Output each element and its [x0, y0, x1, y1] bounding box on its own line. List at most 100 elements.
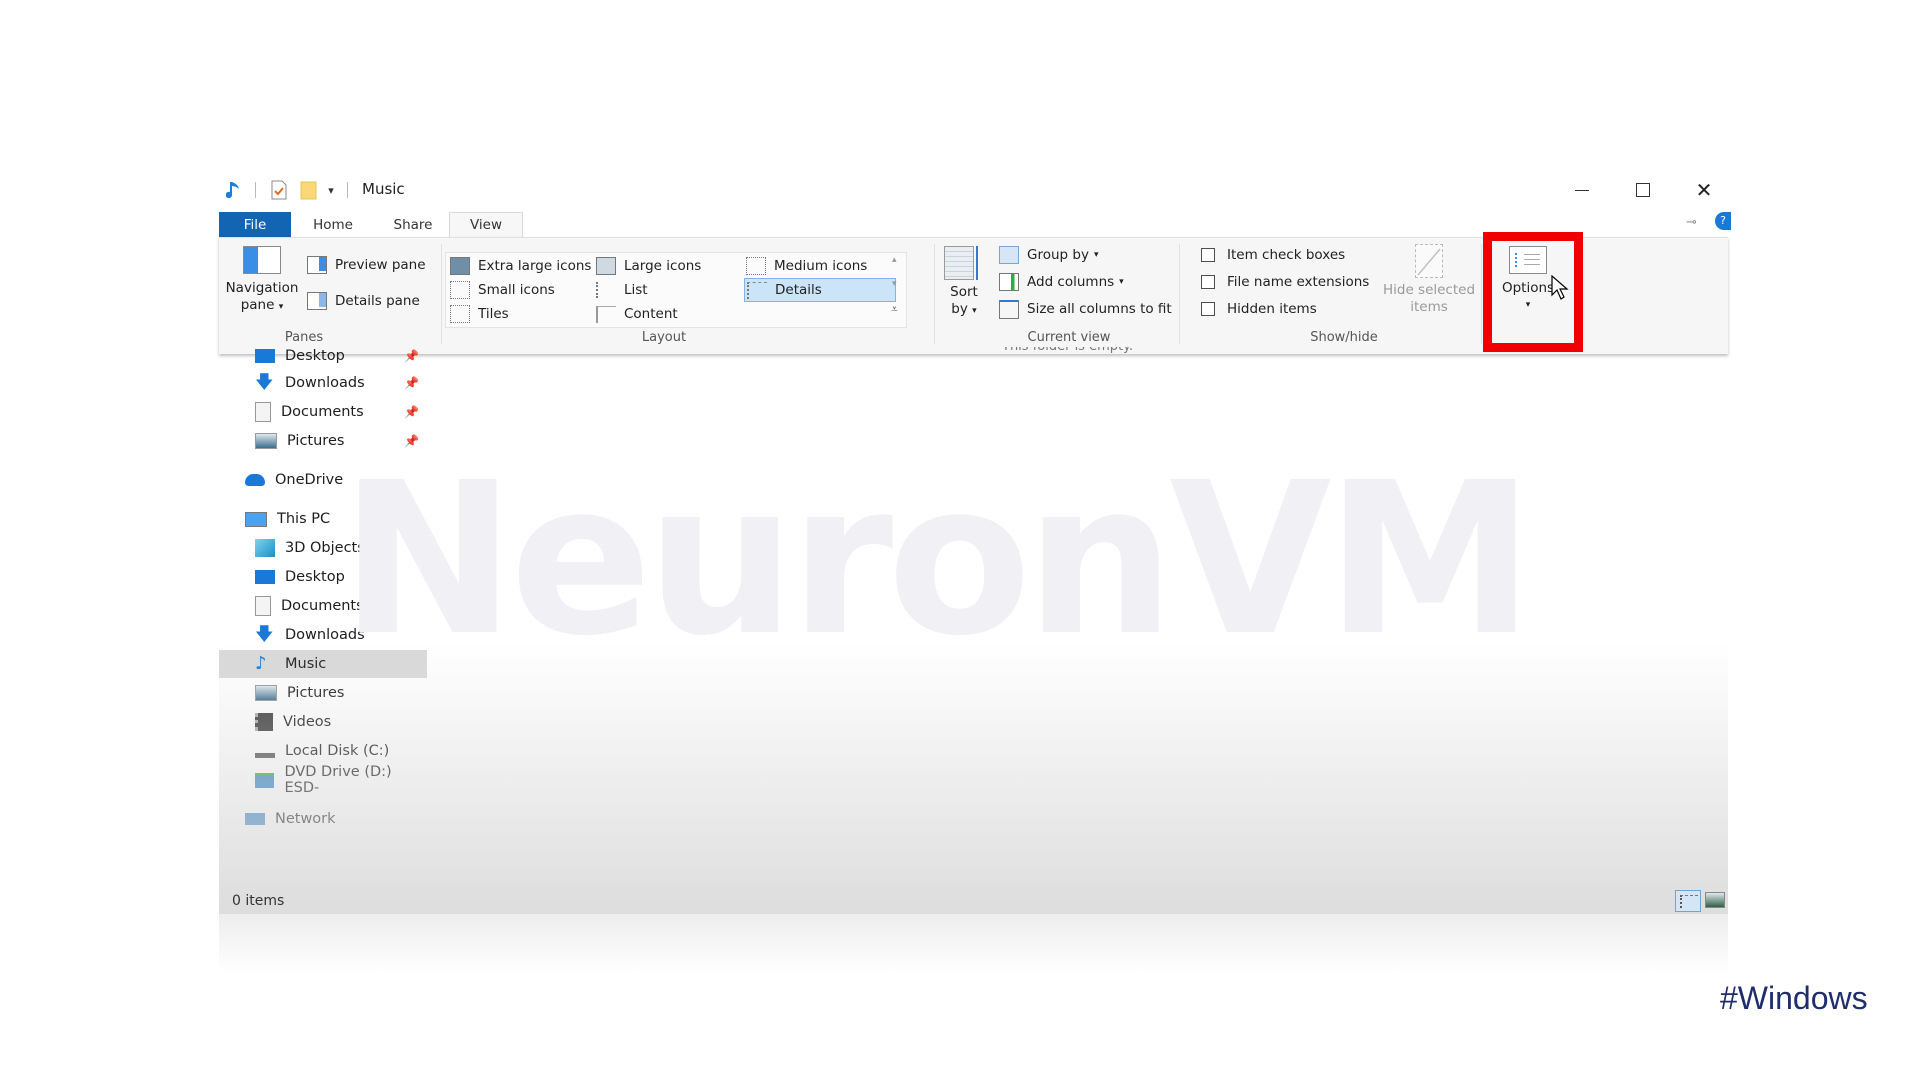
- gallery-scroll-down[interactable]: ▾: [892, 279, 897, 289]
- minimize-icon: [1575, 189, 1589, 191]
- item-check-boxes-label: Item check boxes: [1227, 247, 1346, 263]
- close-button[interactable]: ✕: [1681, 174, 1727, 206]
- desktop-icon: [255, 570, 275, 584]
- nav-dvd-drive[interactable]: DVD Drive (D:) ESD-: [219, 764, 427, 796]
- nav-item-label: Desktop: [285, 569, 345, 585]
- navigation-pane-button[interactable]: Navigation pane ▾: [222, 246, 302, 316]
- layout-details[interactable]: Details: [744, 278, 896, 302]
- properties-icon[interactable]: [269, 180, 289, 200]
- nav-item-label: Music: [285, 656, 327, 672]
- nav-videos[interactable]: Videos: [219, 708, 427, 736]
- navigation-pane-icon: [243, 246, 281, 274]
- gallery-scroll-up[interactable]: ▴: [892, 255, 897, 265]
- qat-separator: [255, 182, 256, 198]
- layout-list[interactable]: List: [596, 279, 648, 301]
- item-check-boxes-checkbox[interactable]: Item check boxes: [1201, 244, 1345, 266]
- onedrive-icon: [245, 474, 265, 486]
- music-note-icon: [225, 180, 243, 200]
- extra-large-icons-icon: [450, 257, 470, 275]
- chevron-down-icon: ▾: [278, 302, 284, 312]
- content-icon: [596, 305, 616, 323]
- nav-quick-documents[interactable]: Documents 📌: [219, 398, 427, 426]
- size-columns-button[interactable]: Size all columns to fit: [999, 298, 1172, 320]
- layout-large-icons[interactable]: Large icons: [596, 255, 701, 277]
- hidden-items-checkbox[interactable]: Hidden items: [1201, 298, 1317, 320]
- nav-item-label: Local Disk (C:): [285, 743, 390, 759]
- tab-file[interactable]: File: [219, 212, 291, 237]
- file-name-extensions-checkbox[interactable]: File name extensions: [1201, 271, 1369, 293]
- layout-gallery: Extra large icons Large icons Medium ico…: [445, 252, 907, 328]
- window-title: Music: [362, 180, 405, 198]
- nav-item-label: Downloads: [285, 375, 365, 391]
- pictures-icon: [255, 685, 277, 701]
- small-icons-icon: [450, 281, 470, 299]
- sort-by-button[interactable]: Sort by ▾: [939, 246, 989, 320]
- empty-folder-message: This folder is empty.: [1002, 347, 1133, 355]
- sort-icon: [944, 246, 984, 280]
- layout-item-label: Tiles: [478, 306, 509, 322]
- close-icon: ✕: [1695, 178, 1713, 202]
- nav-item-label: Pictures: [287, 685, 345, 701]
- preview-pane-button[interactable]: Preview pane: [307, 254, 426, 276]
- details-view-icon: [1680, 895, 1698, 908]
- nav-item-label: Network: [275, 811, 336, 827]
- add-columns-icon: [999, 273, 1019, 291]
- minimize-button[interactable]: [1559, 174, 1605, 206]
- group-by-label: Group by: [1027, 247, 1089, 263]
- layout-medium-icons[interactable]: Medium icons: [746, 255, 867, 277]
- customize-quick-access-dropdown[interactable]: ▾: [324, 180, 338, 200]
- add-columns-button[interactable]: Add columns ▾: [999, 271, 1124, 293]
- status-bar: 0 items: [219, 889, 1728, 914]
- hide-selected-icon: [1415, 244, 1443, 278]
- layout-item-label: Medium icons: [774, 258, 868, 274]
- layout-extra-large-icons[interactable]: Extra large icons: [450, 255, 591, 277]
- layout-content[interactable]: Content: [596, 303, 678, 325]
- mouse-cursor-icon: [1551, 274, 1569, 305]
- nav-network[interactable]: Network: [219, 805, 427, 833]
- layout-small-icons[interactable]: Small icons: [450, 279, 555, 301]
- layout-item-label: Extra large icons: [478, 258, 592, 274]
- details-pane-icon: [307, 292, 327, 310]
- layout-item-label: Large icons: [624, 258, 702, 274]
- hide-selected-label: Hide selected: [1382, 282, 1476, 298]
- tab-home[interactable]: Home: [297, 212, 369, 237]
- nav-local-disk[interactable]: Local Disk (C:): [219, 737, 427, 765]
- hide-selected-items-button[interactable]: Hide selected items: [1379, 244, 1479, 316]
- layout-item-label: Details: [775, 282, 822, 298]
- pin-ribbon-icon[interactable]: ⊸: [1686, 215, 1697, 230]
- pictures-icon: [255, 433, 277, 449]
- layout-tiles[interactable]: Tiles: [450, 303, 509, 325]
- help-icon[interactable]: ?: [1715, 212, 1731, 230]
- group-label-panes: Panes: [284, 330, 324, 345]
- details-view-button[interactable]: [1675, 890, 1701, 912]
- nav-item-label: Pictures: [287, 433, 345, 449]
- local-disk-icon: [255, 745, 275, 758]
- tab-view[interactable]: View: [449, 212, 523, 237]
- new-folder-icon[interactable]: [299, 180, 319, 200]
- item-count: 0 items: [232, 893, 285, 909]
- nav-pictures[interactable]: Pictures: [219, 679, 427, 707]
- group-label-layout: Layout: [641, 330, 687, 345]
- chevron-down-icon: ▾: [1093, 250, 1099, 260]
- gallery-expand[interactable]: ⩡: [891, 302, 898, 317]
- large-icons-view-button[interactable]: [1705, 892, 1725, 908]
- nav-quick-desktop[interactable]: Desktop 📌: [219, 349, 427, 363]
- group-separator: [441, 244, 442, 344]
- maximize-button[interactable]: [1620, 174, 1666, 206]
- tab-share[interactable]: Share: [377, 212, 449, 237]
- nav-item-label: This PC: [277, 511, 331, 527]
- group-by-button[interactable]: Group by ▾: [999, 244, 1098, 266]
- pin-icon[interactable]: 📌: [404, 349, 419, 363]
- nav-quick-downloads[interactable]: 🡇 Downloads 📌: [219, 369, 427, 397]
- size-columns-icon: [999, 299, 1019, 319]
- music-icon: ♪: [255, 653, 267, 674]
- tiles-icon: [450, 305, 470, 323]
- pin-icon[interactable]: 📌: [404, 376, 419, 390]
- pin-icon[interactable]: 📌: [404, 405, 419, 419]
- downloads-icon: 🡇: [255, 372, 274, 393]
- details-pane-label: Details pane: [335, 293, 420, 309]
- size-columns-label: Size all columns to fit: [1027, 301, 1172, 317]
- details-pane-button[interactable]: Details pane: [307, 290, 420, 312]
- list-icon: [596, 282, 616, 298]
- documents-icon: [255, 402, 271, 422]
